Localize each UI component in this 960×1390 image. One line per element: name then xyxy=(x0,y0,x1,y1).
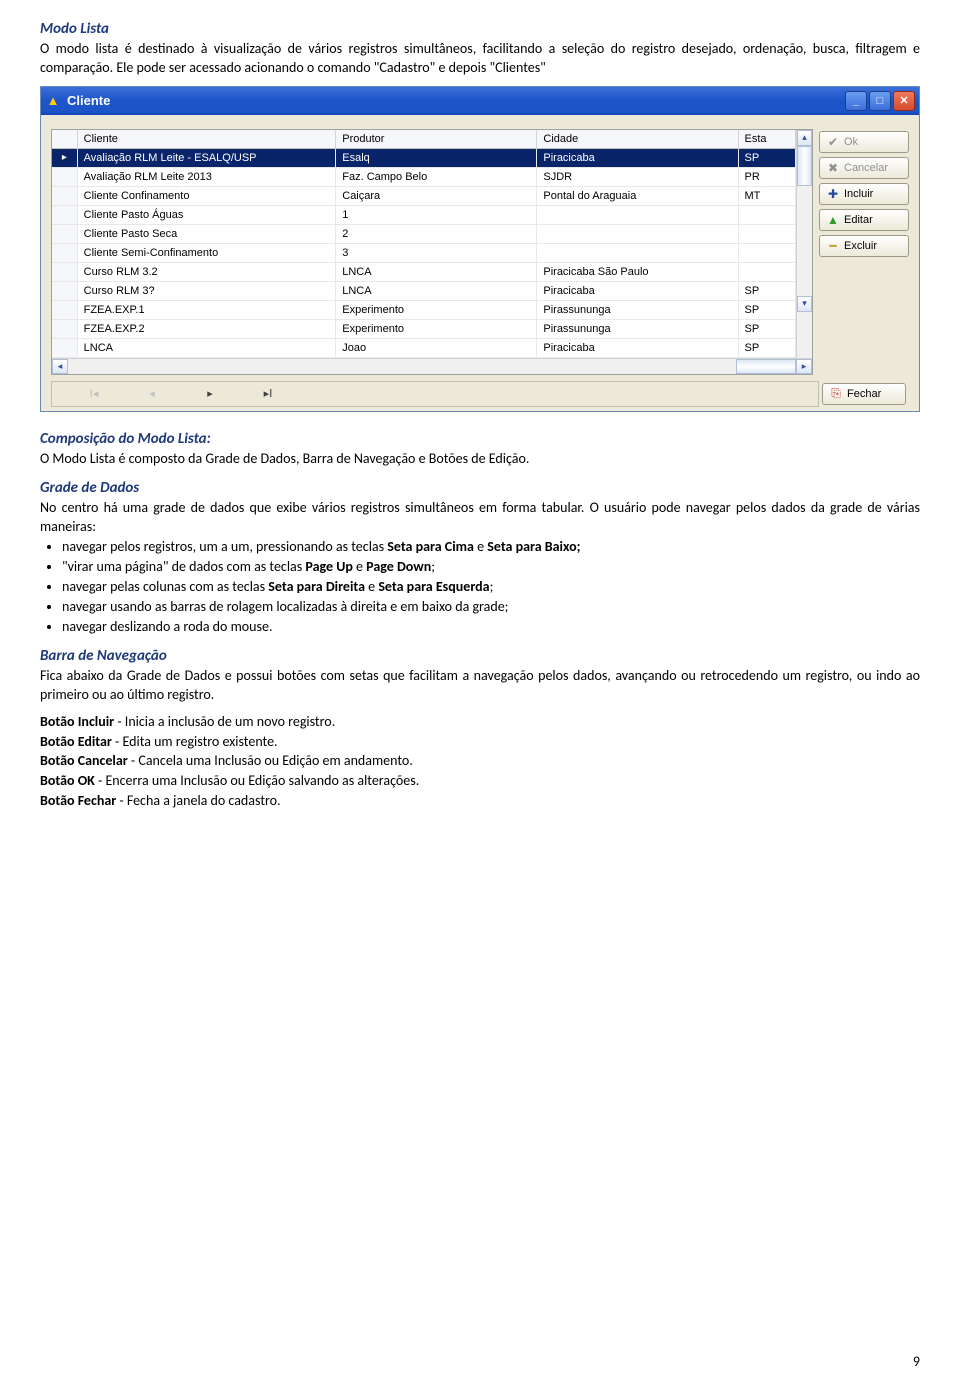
table-row[interactable]: ▸Avaliação RLM Leite - ESALQ/USPEsalqPir… xyxy=(52,148,796,167)
data-grid[interactable]: Cliente Produtor Cidade Esta ▸Avaliação … xyxy=(51,129,813,375)
nav-next-button[interactable]: ▸ xyxy=(190,385,230,403)
grade-paragraph: No centro há uma grade de dados que exib… xyxy=(40,499,920,537)
heading-grade: Grade de Dados xyxy=(40,479,920,497)
side-button-panel: ✔Ok ✖Cancelar ✚Incluir ▲Editar ━Excluir xyxy=(819,129,909,375)
btn-ok-desc: Botão OK - Encerra uma Inclusão ou Ediçã… xyxy=(40,772,920,791)
col-cidade[interactable]: Cidade xyxy=(537,130,738,149)
table-row[interactable]: FZEA.EXP.1ExperimentoPirassunungaSP xyxy=(52,300,796,319)
nav-panel: ꓲ◂ ◂ ▸ ▸ꓲ xyxy=(51,381,819,407)
table-row[interactable]: Curso RLM 3.2LNCAPiracicaba São Paulo xyxy=(52,262,796,281)
edit-icon: ▲ xyxy=(826,213,840,227)
btn-incluir-desc: Botão Incluir - Inicia a inclusão de um … xyxy=(40,713,920,732)
col-produtor[interactable]: Produtor xyxy=(336,130,537,149)
cliente-window: ▲ Cliente _ □ ✕ Cliente Produtor Cidade xyxy=(40,86,920,412)
col-estado[interactable]: Esta xyxy=(738,130,796,149)
titlebar: ▲ Cliente _ □ ✕ xyxy=(41,87,919,115)
heading-modo-lista: Modo Lista xyxy=(40,20,920,38)
nav-last-button[interactable]: ▸ꓲ xyxy=(248,385,288,403)
page-number: 9 xyxy=(913,1353,920,1370)
window-title: Cliente xyxy=(67,93,110,108)
horizontal-scrollbar[interactable]: ◂ ▸ xyxy=(52,358,812,374)
incluir-button[interactable]: ✚Incluir xyxy=(819,183,909,205)
excluir-button[interactable]: ━Excluir xyxy=(819,235,909,257)
table-row[interactable]: Cliente ConfinamentoCaiçaraPontal do Ara… xyxy=(52,186,796,205)
intro-paragraph: O modo lista é destinado à visualização … xyxy=(40,40,920,78)
minus-icon: ━ xyxy=(826,239,840,253)
btn-cancelar-desc: Botão Cancelar - Cancela uma Inclusão ou… xyxy=(40,752,920,771)
barra-nav-paragraph: Fica abaixo da Grade de Dados e possui b… xyxy=(40,667,920,705)
check-icon: ✔ xyxy=(826,135,840,149)
maximize-button[interactable]: □ xyxy=(869,91,891,111)
grid-header-row: Cliente Produtor Cidade Esta xyxy=(52,130,796,149)
editar-button[interactable]: ▲Editar xyxy=(819,209,909,231)
list-item: navegar pelos registros, um a um, pressi… xyxy=(62,538,920,557)
btn-editar-desc: Botão Editar - Edita um registro existen… xyxy=(40,733,920,752)
table-row[interactable]: Cliente Pasto Seca2 xyxy=(52,224,796,243)
scroll-down-icon[interactable]: ▾ xyxy=(797,296,812,312)
table-row[interactable]: Curso RLM 3?LNCAPiracicabaSP xyxy=(52,281,796,300)
heading-barra-nav: Barra de Navegação xyxy=(40,647,920,665)
list-item: navegar usando as barras de rolagem loca… xyxy=(62,598,920,617)
table-row[interactable]: Cliente Pasto Águas1 xyxy=(52,205,796,224)
cancelar-button[interactable]: ✖Cancelar xyxy=(819,157,909,179)
bullet-list: navegar pelos registros, um a um, pressi… xyxy=(62,538,920,636)
scroll-left-icon[interactable]: ◂ xyxy=(52,359,68,374)
nav-first-button[interactable]: ꓲ◂ xyxy=(74,385,114,403)
list-item: navegar deslizando a roda do mouse. xyxy=(62,618,920,637)
close-button[interactable]: ✕ xyxy=(893,91,915,111)
fechar-button[interactable]: ⎘Fechar xyxy=(822,383,906,405)
vertical-scrollbar[interactable]: ▴ ▾ xyxy=(796,130,812,358)
table-row[interactable]: FZEA.EXP.2ExperimentoPirassunungaSP xyxy=(52,319,796,338)
btn-fechar-desc: Botão Fechar - Fecha a janela do cadastr… xyxy=(40,792,920,811)
nav-prev-button[interactable]: ◂ xyxy=(132,385,172,403)
col-cliente[interactable]: Cliente xyxy=(77,130,336,149)
app-icon: ▲ xyxy=(45,93,61,109)
scroll-right-icon[interactable]: ▸ xyxy=(796,359,812,374)
table-row[interactable]: Cliente Semi-Confinamento3 xyxy=(52,243,796,262)
plus-icon: ✚ xyxy=(826,187,840,201)
scroll-up-icon[interactable]: ▴ xyxy=(797,130,812,146)
ok-button[interactable]: ✔Ok xyxy=(819,131,909,153)
list-item: navegar pelas colunas com as teclas Seta… xyxy=(62,578,920,597)
heading-composicao: Composição do Modo Lista: xyxy=(40,430,920,448)
door-icon: ⎘ xyxy=(829,386,843,401)
composicao-paragraph: O Modo Lista é composto da Grade de Dado… xyxy=(40,450,920,469)
cancel-icon: ✖ xyxy=(826,161,840,175)
table-row[interactable]: LNCAJoaoPiracicabaSP xyxy=(52,338,796,357)
minimize-button[interactable]: _ xyxy=(845,91,867,111)
scroll-thumb[interactable] xyxy=(797,146,812,186)
table-row[interactable]: Avaliação RLM Leite 2013Faz. Campo BeloS… xyxy=(52,167,796,186)
list-item: "virar uma página" de dados com as tecla… xyxy=(62,558,920,577)
